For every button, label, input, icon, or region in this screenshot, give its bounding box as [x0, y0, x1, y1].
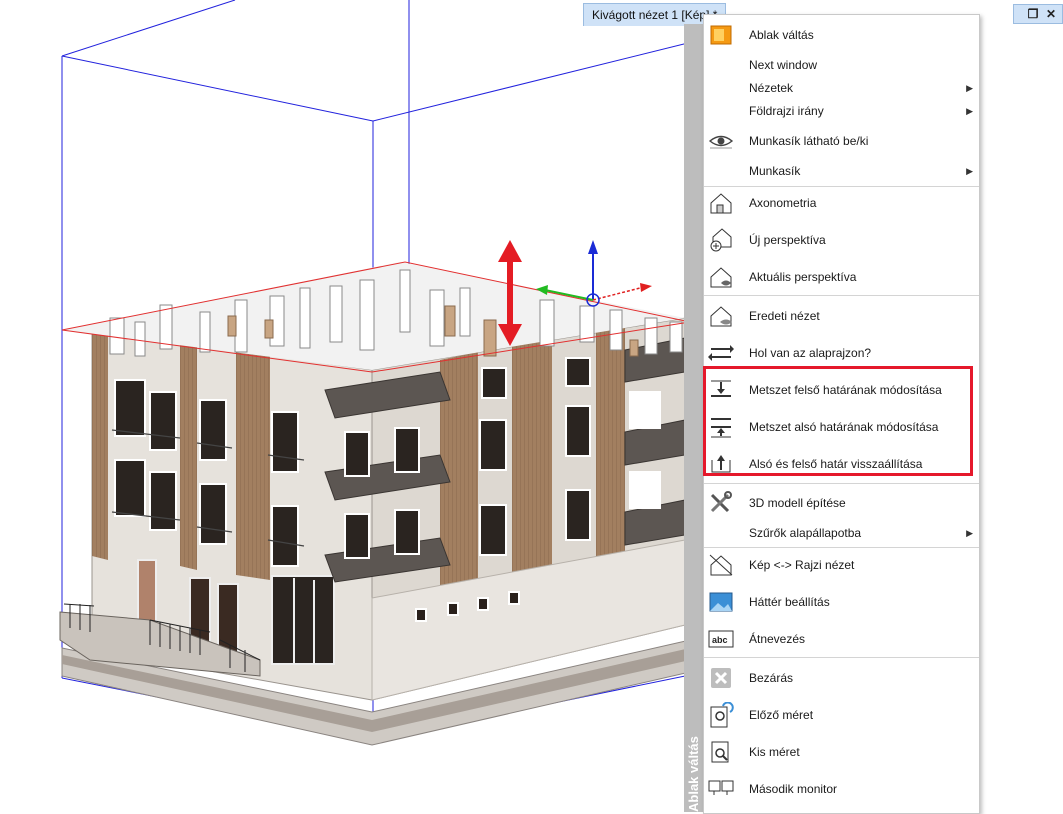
menu-item-section-top-limit[interactable]: Metszet felső határának módosítása	[704, 376, 979, 404]
previous-zoom-icon	[708, 702, 734, 728]
menu-item-reset-limits[interactable]: Alsó és felső határ visszaállítása	[704, 450, 979, 478]
menu-separator	[704, 186, 979, 187]
menu-item-rename[interactable]: abc Átnevezés	[704, 625, 979, 653]
menu-item-axonometry[interactable]: Axonometria	[704, 189, 979, 217]
menu-item-background-settings[interactable]: Háttér beállítás	[704, 588, 979, 616]
small-size-icon	[708, 739, 734, 765]
window-controls: ❐ ✕	[1013, 4, 1063, 24]
submenu-arrow-icon: ▶	[966, 527, 973, 538]
arrows-swap-icon	[708, 340, 734, 366]
house-original-view-icon	[708, 303, 734, 329]
menu-separator	[704, 483, 979, 484]
close-icon	[708, 665, 734, 691]
menu-item-new-perspective[interactable]: Új perspektíva	[704, 226, 979, 254]
context-menu: Ablak váltás Next window Nézetek ▶ Földr…	[703, 14, 980, 814]
menu-item-original-view[interactable]: Eredeti nézet	[704, 302, 979, 330]
window-switch-sidebar[interactable]	[684, 24, 703, 812]
second-monitor-icon	[708, 776, 734, 802]
menu-item-build-3d-model[interactable]: 3D modell építése	[704, 489, 979, 517]
close-window-icon[interactable]: ✕	[1044, 7, 1058, 21]
house-image-drawing-icon	[708, 552, 734, 578]
menu-item-previous-size[interactable]: Előző méret	[704, 701, 979, 729]
menu-item-section-bottom-limit[interactable]: Metszet alsó határának módosítása	[704, 413, 979, 441]
menu-item-workplane-toggle[interactable]: Munkasík látható be/ki	[704, 127, 979, 155]
submenu-arrow-icon: ▶	[966, 165, 973, 176]
menu-separator	[704, 657, 979, 658]
menu-item-where-on-plan[interactable]: Hol van az alaprajzon?	[704, 339, 979, 367]
menu-item-reset-filters[interactable]: Szűrők alapállapotba ▶	[704, 519, 979, 547]
menu-item-second-monitor[interactable]: Második monitor	[704, 775, 979, 803]
eye-icon	[708, 128, 734, 154]
house-new-perspective-icon	[708, 227, 734, 253]
background-image-icon	[708, 589, 734, 615]
restore-icon[interactable]: ❐	[1026, 7, 1040, 21]
sidebar-label: Ablak váltás	[686, 736, 701, 812]
window-switch-icon	[708, 22, 734, 48]
rename-abc-icon: abc	[708, 626, 734, 652]
menu-separator	[704, 547, 979, 548]
house-current-perspective-icon	[708, 264, 734, 290]
submenu-arrow-icon: ▶	[966, 82, 973, 93]
svg-text:abc: abc	[712, 635, 728, 645]
section-bottom-limit-icon	[708, 414, 734, 440]
tools-icon	[708, 490, 734, 516]
menu-item-close[interactable]: Bezárás	[704, 664, 979, 692]
menu-separator	[704, 295, 979, 296]
menu-item-small-size[interactable]: Kis méret	[704, 738, 979, 766]
section-top-limit-icon	[708, 377, 734, 403]
menu-item-workplane[interactable]: Munkasík ▶	[704, 157, 979, 185]
submenu-arrow-icon: ▶	[966, 105, 973, 116]
menu-item-geo-direction[interactable]: Földrajzi irány ▶	[704, 97, 979, 125]
house-axonometry-icon	[708, 190, 734, 216]
menu-item-image-drawing-view[interactable]: Kép <-> Rajzi nézet	[704, 551, 979, 579]
section-reset-limits-icon	[708, 451, 734, 477]
menu-item-current-perspective[interactable]: Aktuális perspektíva	[704, 263, 979, 291]
menu-item-window-switch[interactable]: Ablak váltás	[704, 21, 979, 49]
